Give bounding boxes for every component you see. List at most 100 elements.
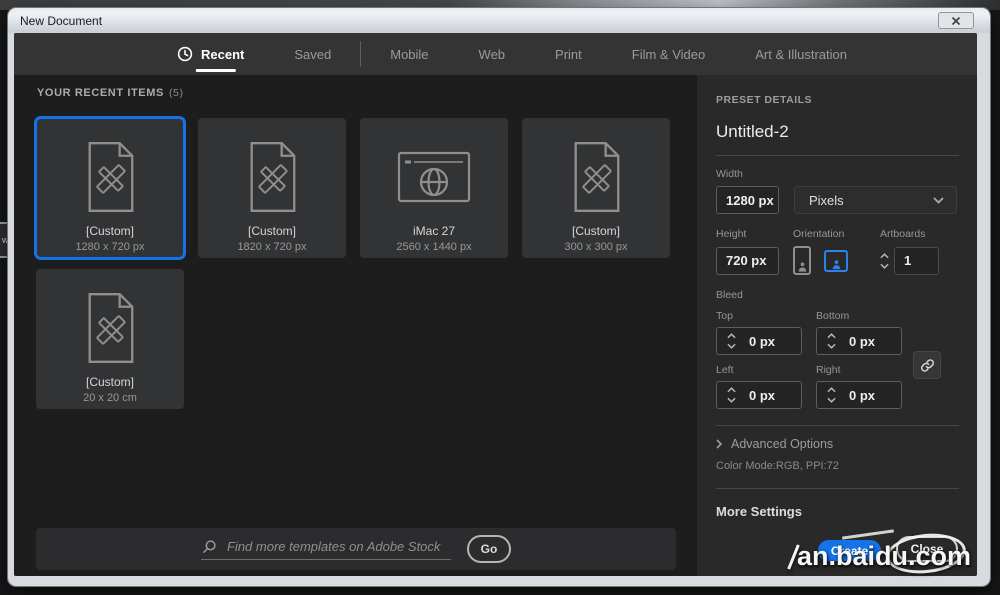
bleed-left-label: Left: [716, 364, 734, 376]
close-x-icon: [951, 16, 961, 26]
tab-label: Mobile: [390, 46, 429, 62]
chevron-down-icon: [933, 196, 944, 204]
card-name: [Custom]: [247, 224, 296, 238]
card-name: [Custom]: [85, 375, 134, 389]
preset-details-heading: PRESET DETAILS: [716, 94, 813, 106]
stepper-down-icon[interactable]: [726, 343, 736, 349]
stepper-down-icon[interactable]: [826, 397, 836, 403]
tab-saved[interactable]: Saved: [269, 33, 356, 75]
bleed-right-input[interactable]: 0 px: [816, 381, 902, 409]
recent-card-imac-27[interactable]: iMac 27 2560 x 1440 px: [360, 118, 508, 258]
orientation-landscape-icon[interactable]: [824, 249, 848, 272]
recent-card-custom-20x20cm[interactable]: [Custom] 20 x 20 cm: [36, 269, 184, 409]
dialog-close-button[interactable]: [938, 12, 974, 29]
chevron-right-icon: [716, 439, 722, 449]
go-button[interactable]: Go: [467, 535, 511, 563]
panel-divider: [716, 488, 959, 489]
card-name: iMac 27: [412, 224, 456, 238]
bleed-right-label: Right: [816, 364, 841, 376]
tab-label: Saved: [294, 46, 332, 62]
card-name: [Custom]: [571, 224, 620, 238]
dialog-content: Recent Saved Mobile Web Print Film & Vid…: [14, 33, 977, 576]
cancel-close-button[interactable]: Close: [896, 536, 958, 562]
link-chain-icon: [919, 357, 936, 374]
artboards-stepper: 1: [876, 246, 939, 275]
recent-card-custom-1820x720[interactable]: [Custom] 1820 x 720 px: [198, 118, 346, 258]
color-mode-summary: Color Mode:RGB, PPI:72: [716, 460, 839, 472]
tab-separator: [360, 41, 362, 67]
tab-art-illustration[interactable]: Art & Illustration: [730, 33, 872, 75]
bleed-bottom-label: Bottom: [816, 310, 850, 322]
height-input[interactable]: 720 px: [716, 246, 779, 275]
card-size: 300 x 300 px: [564, 241, 628, 253]
card-size: 1280 x 720 px: [75, 241, 145, 253]
create-button[interactable]: Create: [818, 540, 881, 561]
recent-card-custom-300x300[interactable]: [Custom] 300 x 300 px: [522, 118, 670, 258]
more-settings-button[interactable]: More Settings: [716, 504, 959, 519]
tab-label: Web: [478, 46, 506, 62]
orientation-portrait-icon[interactable]: [793, 246, 811, 275]
width-input[interactable]: 1280 px: [716, 186, 779, 214]
artboards-label: Artboards: [880, 228, 926, 240]
height-label: Height: [716, 228, 747, 240]
stepper-up-icon[interactable]: [726, 333, 736, 339]
stepper-down-icon[interactable]: [879, 263, 889, 269]
stepper-down-icon[interactable]: [826, 343, 836, 349]
tab-label: Print: [555, 46, 582, 62]
stepper-up-icon[interactable]: [726, 387, 736, 393]
tab-mobile[interactable]: Mobile: [365, 33, 453, 75]
bleed-top-label: Top: [716, 310, 733, 322]
bleed-bottom-value: 0 px: [849, 333, 876, 349]
clock-icon: [177, 46, 193, 62]
bleed-top-input[interactable]: 0 px: [716, 327, 802, 355]
document-design-icon: [567, 136, 625, 218]
stock-search-input[interactable]: Find more templates on Adobe Stock: [201, 539, 451, 560]
document-design-icon: [243, 136, 301, 218]
go-label: Go: [480, 542, 498, 556]
bleed-right-value: 0 px: [849, 387, 876, 403]
advanced-options-toggle[interactable]: Advanced Options: [716, 437, 959, 451]
advanced-options-label: Advanced Options: [731, 437, 834, 451]
bleed-left-value: 0 px: [749, 387, 776, 403]
bleed-bottom-input[interactable]: 0 px: [816, 327, 902, 355]
category-tabbar: Recent Saved Mobile Web Print Film & Vid…: [14, 33, 977, 75]
stepper-up-icon[interactable]: [879, 252, 889, 259]
width-label: Width: [716, 168, 743, 180]
bleed-link-button[interactable]: [913, 351, 941, 379]
adobe-stock-bar: Find more templates on Adobe Stock Go: [36, 528, 676, 570]
stepper-up-icon[interactable]: [826, 387, 836, 393]
tab-label: Art & Illustration: [755, 46, 847, 62]
stepper-down-icon[interactable]: [726, 397, 736, 403]
tab-film-video[interactable]: Film & Video: [607, 33, 730, 75]
bleed-label: Bleed: [716, 289, 743, 301]
tab-web[interactable]: Web: [454, 33, 531, 75]
card-size: 2560 x 1440 px: [396, 241, 472, 253]
recent-card-custom-1280x720[interactable]: [Custom] 1280 x 720 px: [34, 116, 186, 260]
tab-label: Recent: [201, 46, 245, 62]
bleed-left-input[interactable]: 0 px: [716, 381, 802, 409]
card-size: 20 x 20 cm: [83, 392, 137, 404]
close-label: Close: [910, 542, 944, 556]
document-name-input[interactable]: Untitled-2: [716, 122, 959, 156]
web-globe-icon: [396, 136, 472, 218]
recent-items-area: YOUR RECENT ITEMS (5) [Custom] 1280 x 720…: [14, 75, 697, 576]
stepper-up-icon[interactable]: [826, 333, 836, 339]
recent-items-heading: YOUR RECENT ITEMS (5): [37, 87, 184, 99]
new-document-dialog: New Document Recent Saved Mobile Web Pri…: [8, 8, 990, 586]
tab-label: Film & Video: [631, 46, 706, 62]
recent-count: (5): [168, 87, 184, 99]
dialog-titlebar: New Document: [8, 8, 990, 33]
units-dropdown[interactable]: Pixels: [794, 186, 957, 214]
units-value: Pixels: [809, 192, 844, 208]
bleed-top-value: 0 px: [749, 333, 776, 349]
document-design-icon: [81, 287, 139, 369]
tab-print[interactable]: Print: [530, 33, 607, 75]
preset-details-panel: PRESET DETAILS Untitled-2 Width 1280 px …: [697, 75, 977, 576]
artboards-input[interactable]: 1: [894, 246, 939, 275]
search-icon: [201, 539, 217, 555]
tab-recent[interactable]: Recent: [152, 33, 269, 75]
dialog-actions: Create Close: [697, 534, 977, 564]
panel-divider: [716, 425, 959, 426]
card-size: 1820 x 720 px: [237, 241, 307, 253]
orientation-label: Orientation: [793, 228, 845, 240]
